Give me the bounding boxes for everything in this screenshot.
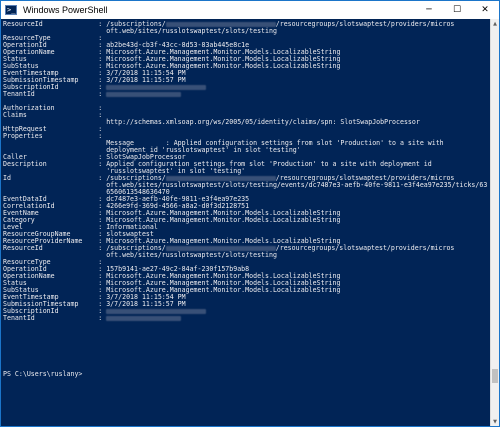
console-line-tail: /resourcegroups/slotswaptest/providers/m… bbox=[275, 244, 455, 252]
scroll-down-icon[interactable]: ▼ bbox=[491, 417, 499, 426]
redacted-id bbox=[106, 308, 207, 314]
console-line: TenantId : bbox=[3, 314, 182, 322]
redacted-id bbox=[106, 84, 207, 90]
console-output[interactable]: ResourceId : /subscriptions//resourcegro… bbox=[1, 19, 490, 426]
window-controls: ─ ☐ ✕ bbox=[415, 1, 499, 19]
powershell-window: >_ Windows PowerShell ─ ☐ ✕ ResourceId :… bbox=[0, 0, 500, 427]
scrollbar-thumb[interactable] bbox=[492, 369, 498, 383]
console-line: TenantId : bbox=[3, 90, 182, 98]
title-bar[interactable]: >_ Windows PowerShell ─ ☐ ✕ bbox=[1, 1, 499, 19]
console-line-text: PS C:\Users\ruslany> bbox=[3, 370, 83, 378]
console-line-text: TenantId : bbox=[3, 314, 103, 322]
redacted-subscription bbox=[165, 21, 276, 27]
console-line-tail: /resourcegroups/slotswaptest/providers/m… bbox=[275, 20, 455, 28]
console-line: PS C:\Users\ruslany> bbox=[3, 371, 82, 378]
console-line-text: TenantId : bbox=[3, 90, 103, 98]
scroll-up-icon[interactable]: ▲ bbox=[491, 19, 499, 28]
redacted-subscription bbox=[165, 175, 276, 181]
window-title: Windows PowerShell bbox=[23, 5, 108, 15]
redacted-id bbox=[106, 315, 182, 321]
close-button[interactable]: ✕ bbox=[471, 1, 499, 19]
vertical-scrollbar[interactable]: ▲ ▼ bbox=[490, 19, 499, 426]
powershell-icon[interactable]: >_ bbox=[5, 5, 17, 15]
minimize-button[interactable]: ─ bbox=[415, 1, 443, 19]
redacted-subscription bbox=[165, 245, 276, 251]
maximize-button[interactable]: ☐ bbox=[443, 1, 471, 19]
redacted-id bbox=[106, 91, 182, 97]
